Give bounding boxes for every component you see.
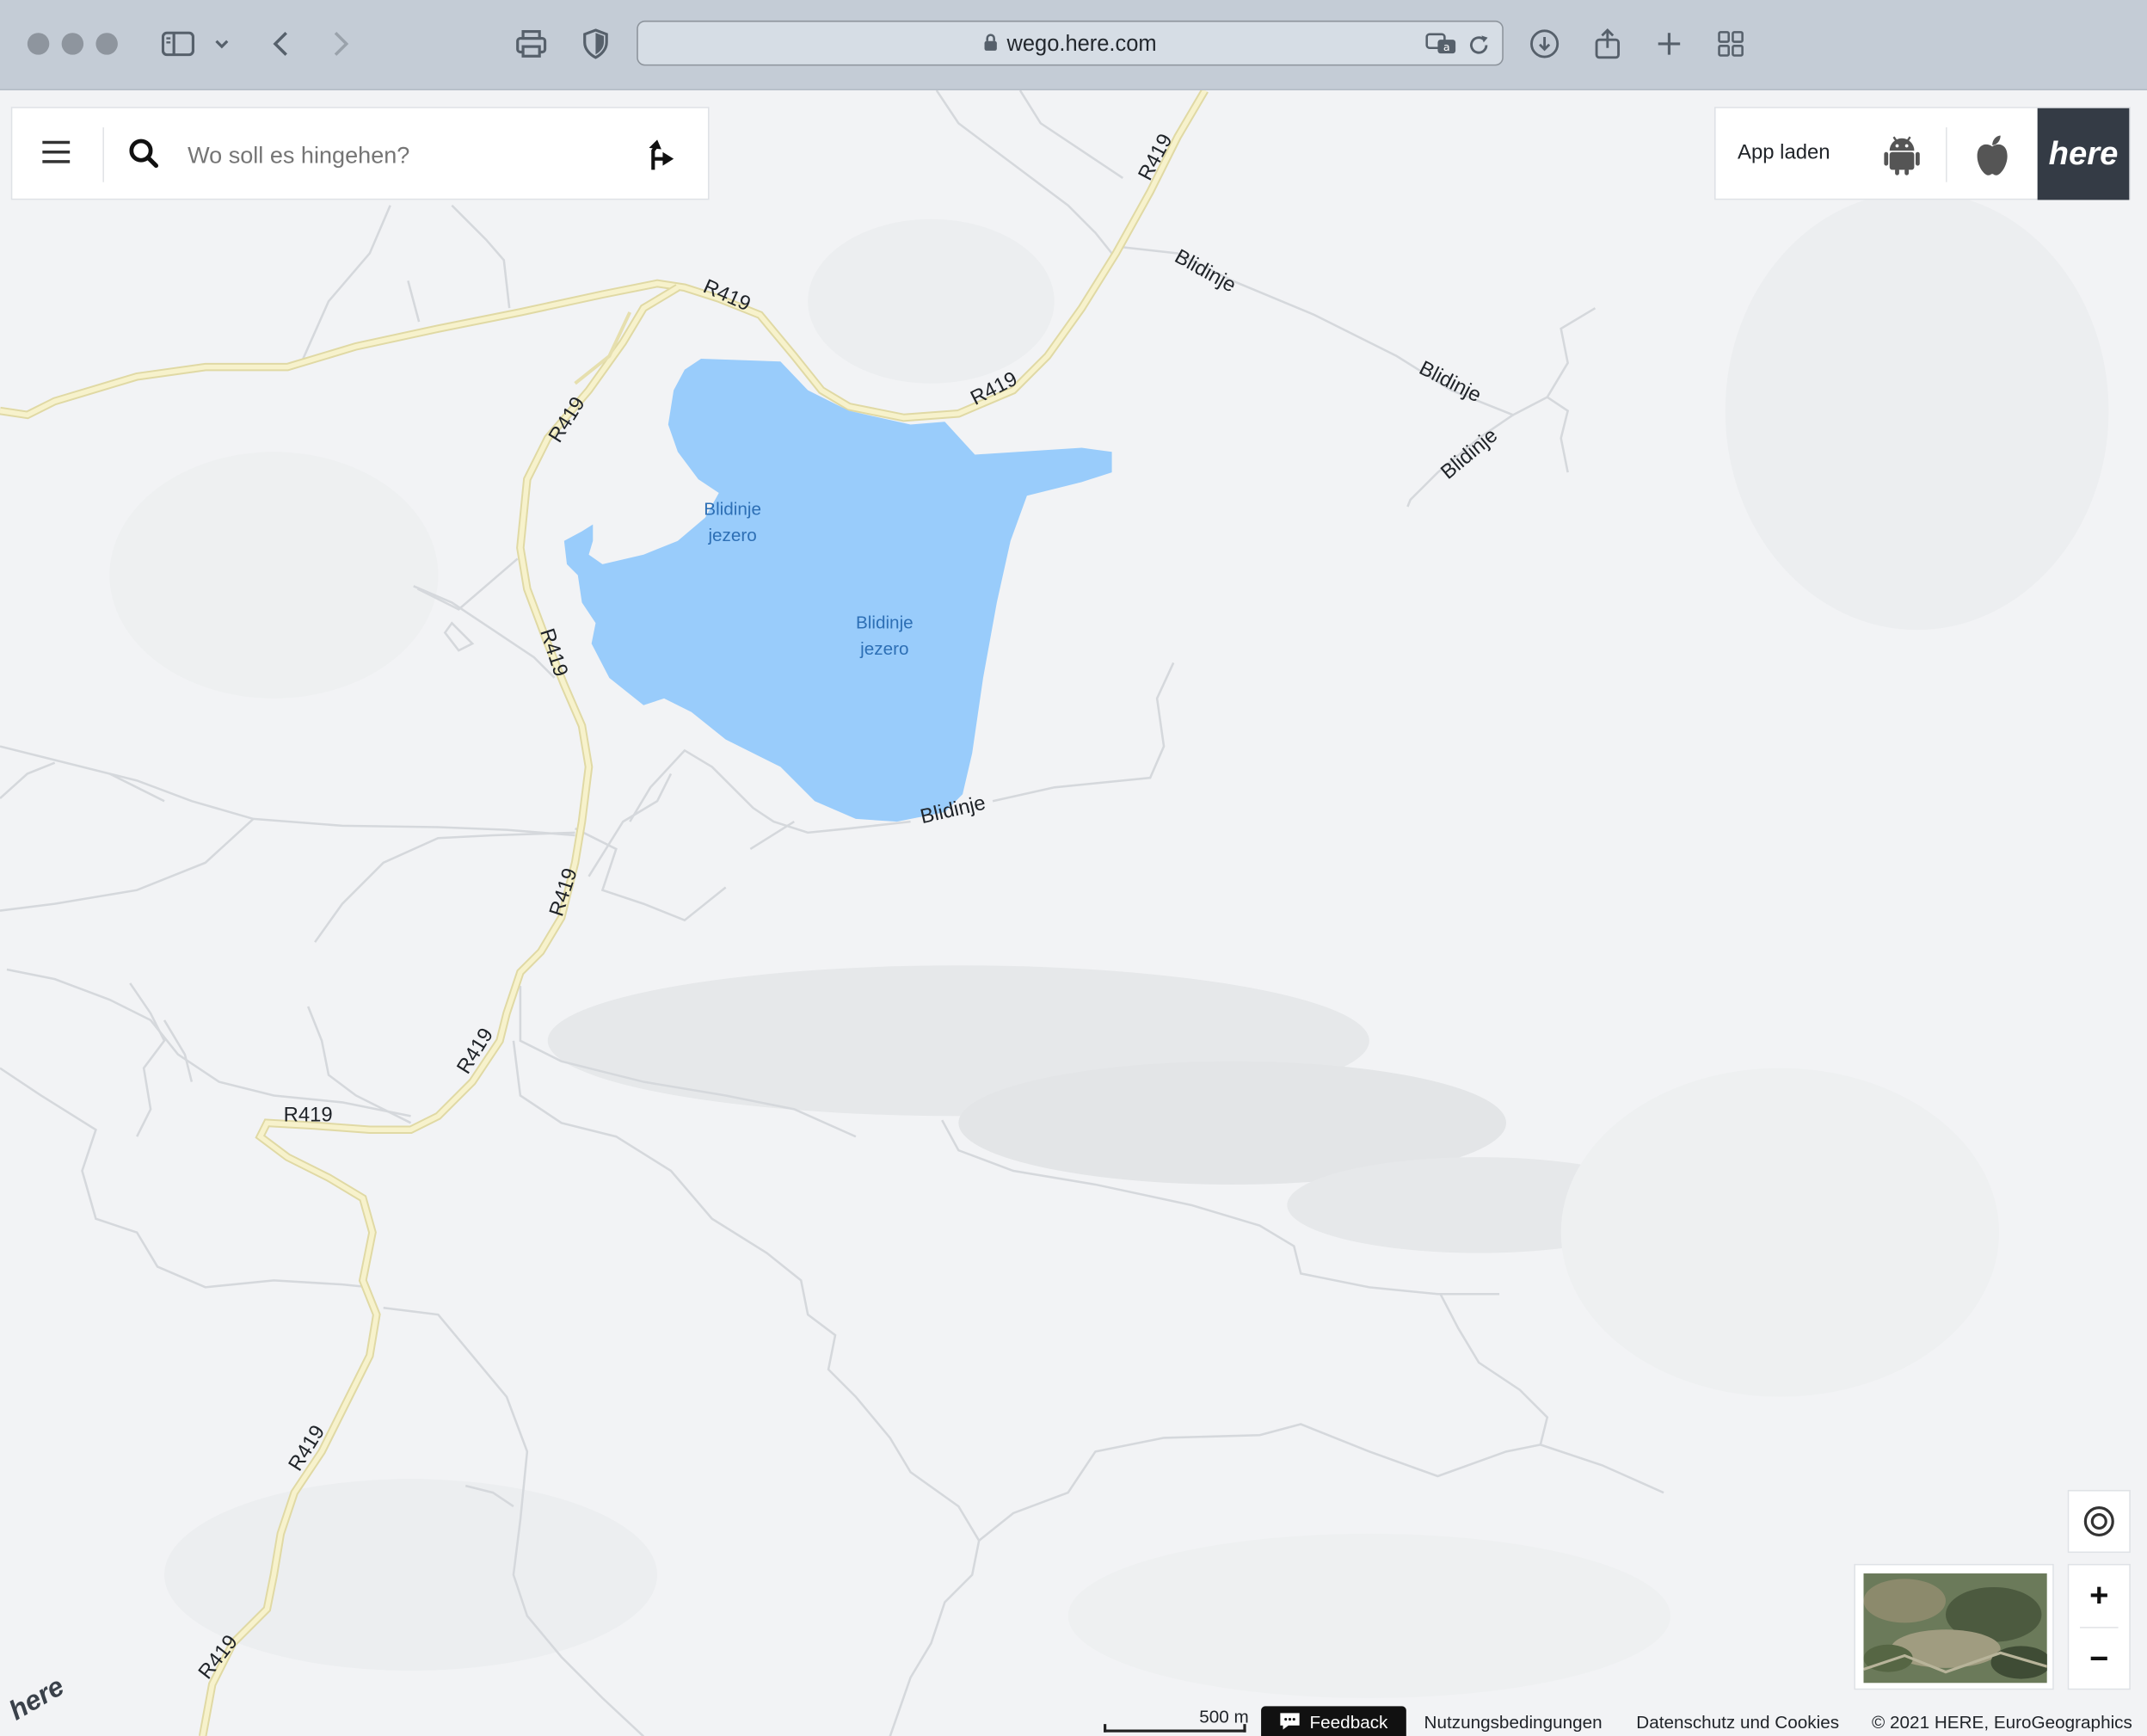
here-logo[interactable]: here <box>2037 108 2130 200</box>
divider <box>1946 127 1947 182</box>
road-label-r419: R419 <box>544 393 589 447</box>
lake-label-1-line1: Blidinje <box>704 500 761 520</box>
zoom-controls: + − <box>2067 1563 2131 1690</box>
map-canvas[interactable]: Blidinje jezero Blidinje jezero R419 R41… <box>0 90 2147 1736</box>
menu-icon[interactable] <box>40 137 72 174</box>
zoom-in-button[interactable]: + <box>2069 1565 2129 1627</box>
sidebar-toggle-icon[interactable] <box>159 22 198 65</box>
blidinje-lake <box>563 359 1112 822</box>
lake-label-2-line2: jezero <box>859 639 908 659</box>
road-label-blidinje: Blidinje <box>1416 356 1486 407</box>
share-icon[interactable] <box>1589 22 1627 65</box>
scale-label: 500 m <box>1199 1706 1249 1727</box>
satellite-preview-image <box>1863 1573 2047 1684</box>
map-layer: Blidinje jezero Blidinje jezero R419 R41… <box>0 90 2109 1736</box>
search-icon <box>127 137 160 176</box>
privacy-link[interactable]: Datenschutz und Cookies <box>1636 1706 1839 1736</box>
divider <box>102 127 104 182</box>
url-text: wego.here.com <box>1006 33 1157 57</box>
road-label-r419: R419 <box>700 274 754 316</box>
browser-window: wego.here.com a Blidinje jezero Blidinje… <box>0 0 2147 1736</box>
close-window-icon[interactable] <box>27 33 50 55</box>
copyright-text: © 2021 HERE, EuroGeographics <box>1872 1711 2132 1732</box>
lock-icon <box>985 34 998 51</box>
terms-link[interactable]: Nutzungsbedingungen <box>1424 1706 1603 1736</box>
feedback-icon <box>1281 1713 1301 1730</box>
road-label-r419: R419 <box>194 1630 242 1684</box>
zoom-out-button[interactable]: − <box>2069 1628 2129 1690</box>
search-panel <box>10 107 710 200</box>
address-bar[interactable]: wego.here.com a <box>637 20 1504 66</box>
new-tab-icon[interactable] <box>1652 22 1687 65</box>
translate-icon[interactable]: a <box>1425 32 1458 64</box>
app-download-label: App laden <box>1738 140 1830 165</box>
android-icon[interactable] <box>1883 132 1922 183</box>
tab-overview-icon[interactable] <box>1712 22 1750 65</box>
svg-text:a: a <box>1443 41 1450 54</box>
forward-arrow-icon[interactable] <box>323 22 359 65</box>
back-arrow-icon[interactable] <box>263 22 298 65</box>
reload-icon[interactable] <box>1467 33 1492 65</box>
app-download-panel: App laden here <box>1713 107 2131 200</box>
road-label-r419: R419 <box>535 625 572 680</box>
road-label-r419: R419 <box>284 1104 333 1127</box>
feedback-button[interactable]: Feedback <box>1261 1706 1406 1736</box>
road-label-r419: R419 <box>544 865 581 920</box>
lake-label-2-line1: Blidinje <box>856 613 914 633</box>
browser-toolbar: wego.here.com a <box>0 0 2147 91</box>
download-icon[interactable] <box>1525 22 1564 65</box>
map-style-switcher[interactable] <box>1854 1563 2054 1690</box>
locate-me-button[interactable] <box>2067 1489 2131 1554</box>
zoom-window-icon[interactable] <box>95 33 118 55</box>
minimize-window-icon[interactable] <box>61 33 84 55</box>
print-icon[interactable] <box>512 22 551 65</box>
chevron-down-icon[interactable] <box>208 22 236 65</box>
road-label-blidinje: Blidinje <box>1436 423 1502 483</box>
apple-icon[interactable] <box>1973 132 2012 183</box>
privacy-shield-icon[interactable] <box>578 22 613 65</box>
locate-icon <box>2083 1506 2114 1537</box>
terrain-shading <box>109 191 2109 1698</box>
scale-bar: 500 m <box>1104 1706 1252 1736</box>
road-label-blidinje: Blidinje <box>1171 245 1240 298</box>
here-watermark-logo: here <box>3 1671 69 1727</box>
route-directions-icon[interactable] <box>645 137 678 179</box>
lake-label-1-line2: jezero <box>707 526 756 545</box>
search-input[interactable] <box>184 135 629 177</box>
feedback-label: Feedback <box>1309 1711 1388 1732</box>
